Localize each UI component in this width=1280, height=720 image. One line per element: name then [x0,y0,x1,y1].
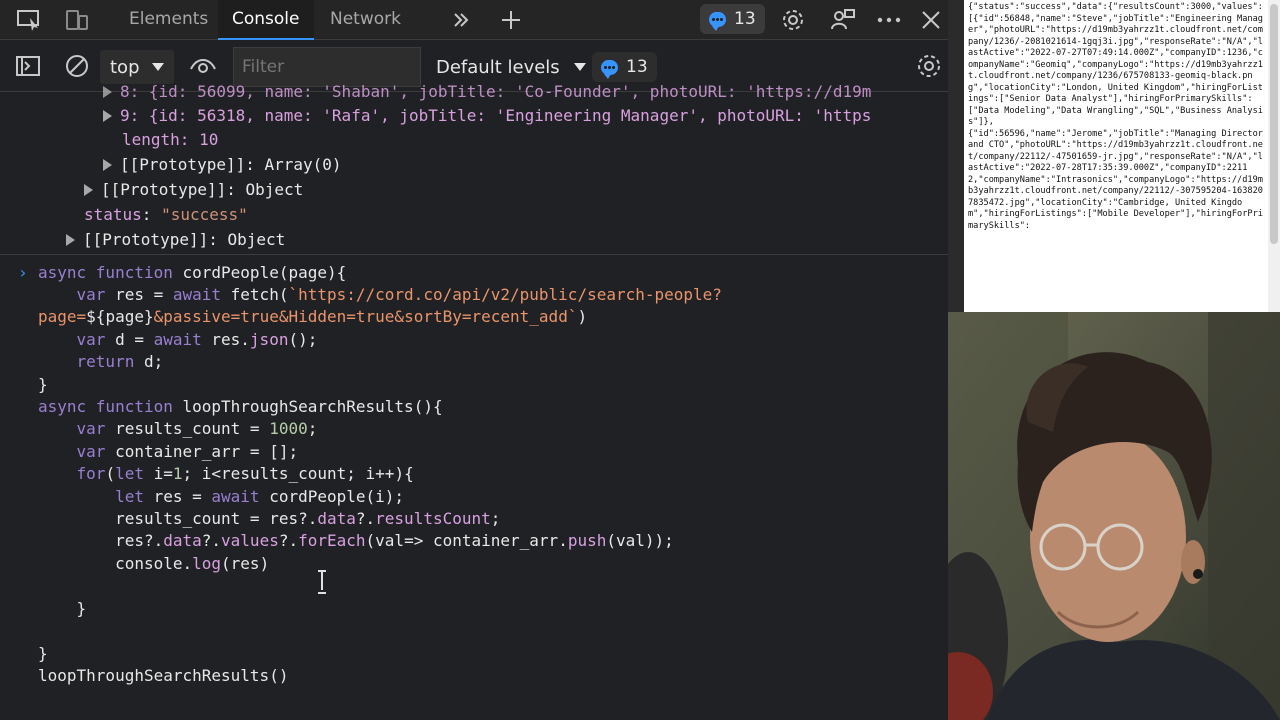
message-bubble-icon [601,59,618,79]
code-line[interactable]: let res = await cordPeople(i); [38,486,404,508]
code-line[interactable]: loopThroughSearchResults() [38,665,288,687]
text-cursor-icon [318,570,326,594]
json-scrollbar-thumb[interactable] [1270,4,1278,244]
console-object-line-9[interactable]: 9: {id: 56318, name: 'Rafa', jobTitle: '… [103,105,871,127]
webcam-video [948,312,1280,720]
devtools-tab-bar: Elements Console Network 13 [0,0,948,40]
code-line[interactable]: var d = await res.json(); [38,329,318,351]
chevron-down-icon [151,63,164,71]
console-output: 8: {id: 56099, name: 'Shaban', jobTitle:… [0,82,948,720]
code-line[interactable]: res?.data?.values?.forEach(val=> contain… [38,530,674,552]
live-expression-eye-icon[interactable] [188,52,218,80]
console-object-line-partial[interactable]: 8: {id: 56099, name: 'Shaban', jobTitle:… [103,81,871,103]
feedback-icon[interactable] [828,6,858,34]
close-icon[interactable] [916,6,946,34]
code-line[interactable]: console.log(res) [38,553,269,575]
chevron-down-icon [573,63,586,71]
code-line[interactable]: async function loopThroughSearchResults(… [38,396,443,418]
console-separator [0,254,948,255]
devtools-panel: Elements Console Network 13 top Filter D… [0,0,948,720]
expand-triangle-icon[interactable] [103,110,112,122]
code-line[interactable]: } [38,643,48,665]
expand-triangle-icon[interactable] [84,184,93,196]
messages-badge[interactable]: 13 [592,52,657,82]
json-scrollbar[interactable] [1268,0,1280,312]
tab-elements[interactable]: Elements [115,0,222,40]
code-line[interactable]: } [38,598,87,620]
inspect-element-icon[interactable] [14,6,44,34]
console-prototype-root-line[interactable]: [[Prototype]]: Object [66,229,285,251]
messages-count: 13 [626,57,648,77]
tab-console[interactable]: Console [218,0,314,40]
settings-gear-icon[interactable] [778,6,808,34]
message-bubble-icon [709,11,726,31]
console-length-line: length: 10 [122,130,219,149]
log-levels-dropdown[interactable]: Default levels [436,50,586,84]
webcam-person-image [948,312,1280,720]
code-line[interactable]: for(let i=1; i<results_count; i++){ [38,463,414,485]
expand-triangle-icon[interactable] [103,159,112,171]
code-line[interactable]: results_count = res?.data?.resultsCount; [38,508,500,530]
add-tab-icon[interactable] [496,6,526,34]
tab-network[interactable]: Network [316,0,415,40]
more-options-icon[interactable] [874,6,904,34]
code-line[interactable]: var results_count = 1000; [38,418,318,440]
console-status-line: status: "success" [84,205,248,224]
json-response-text: {"status":"success","data":{"resultsCoun… [968,2,1263,231]
context-label: top [110,56,140,78]
console-prototype-object-line[interactable]: [[Prototype]]: Object [84,179,303,201]
code-line[interactable]: async function cordPeople(page){ [38,262,346,284]
log-levels-label: Default levels [436,56,560,78]
console-prototype-array-line[interactable]: [[Prototype]]: Array(0) [103,154,342,176]
code-line[interactable]: } [38,374,48,396]
more-tabs-icon[interactable] [446,6,476,34]
issues-count: 13 [734,9,756,29]
prompt-chevron-icon: › [18,263,28,282]
toggle-sidebar-icon[interactable] [13,52,43,80]
json-response-panel[interactable]: {"status":"success","data":{"resultsCoun… [948,0,1280,312]
console-settings-gear-icon[interactable] [914,52,944,80]
expand-triangle-icon[interactable] [66,234,75,246]
context-selector[interactable]: top [100,50,174,84]
code-line[interactable]: return d; [38,351,164,373]
issues-badge[interactable]: 13 [700,4,765,34]
code-line[interactable]: var container_arr = []; [38,441,299,463]
code-line[interactable]: var res = await fetch(`https://cord.co/a… [38,284,722,306]
code-line[interactable]: page=${page}&passive=true&Hidden=true&so… [38,306,587,328]
device-toolbar-icon[interactable] [62,6,92,34]
clear-console-icon[interactable] [62,52,92,80]
